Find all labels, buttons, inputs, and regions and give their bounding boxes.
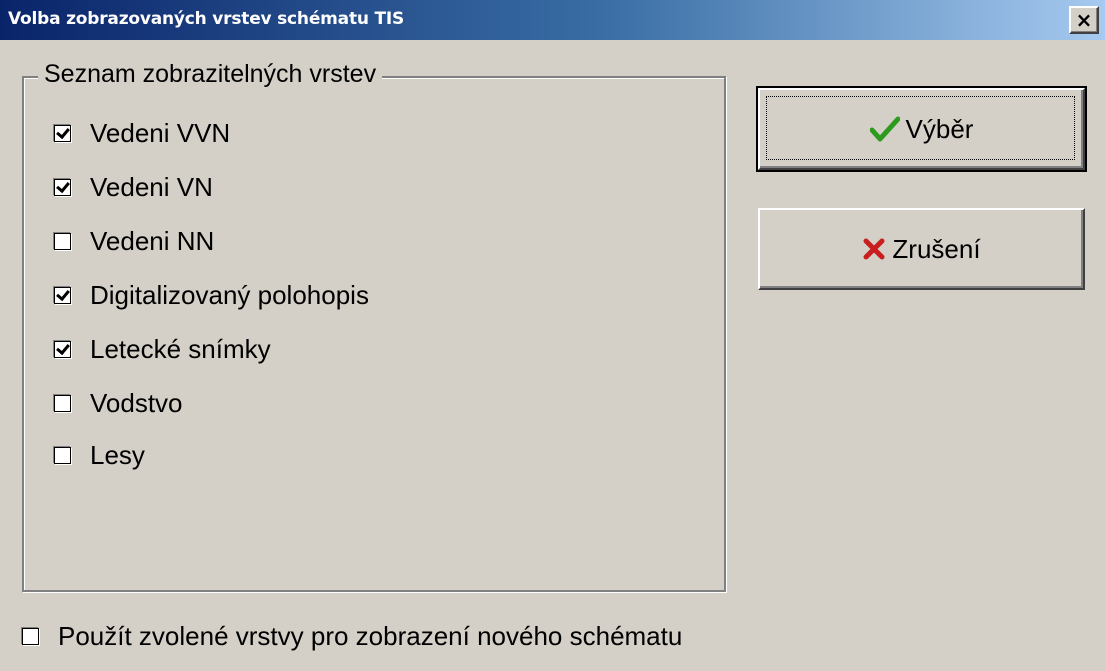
checkbox[interactable] [54, 340, 71, 358]
cancel-button[interactable]: Zrušení [758, 208, 1085, 290]
checkbox-label: Vedeni VN [90, 171, 213, 202]
checkbox[interactable] [54, 232, 71, 250]
layer-checkbox-vodstvo[interactable]: Vodstvo [54, 388, 183, 418]
groupbox-legend: Seznam zobrazitelných vrstev [38, 60, 383, 89]
select-button[interactable]: Výběr [756, 86, 1087, 172]
checkbox-label: Použít zvolené vrstvy pro zobrazení nové… [58, 620, 683, 651]
close-button[interactable]: × [1069, 6, 1099, 34]
checkbox-label: Vodstvo [90, 387, 183, 418]
checkbox-label: Vedeni NN [90, 225, 215, 256]
checkbox[interactable] [54, 394, 71, 412]
checkbox-label: Letecké snímky [90, 333, 271, 364]
layer-checkbox-nn[interactable]: Vedeni NN [54, 226, 214, 256]
cross-icon [862, 237, 886, 261]
layer-checkbox-letecke-snimky[interactable]: Letecké snímky [54, 334, 271, 364]
checkbox-label: Digitalizovaný polohopis [90, 279, 369, 310]
layer-checkbox-vvn[interactable]: Vedeni VVN [54, 118, 230, 148]
cancel-button-label: Zrušení [892, 233, 981, 264]
title-bar[interactable]: Volba zobrazovaných vrstev schématu TIS … [0, 0, 1105, 40]
layer-checkbox-lesy[interactable]: Lesy [54, 440, 145, 470]
checkbox-label: Lesy [90, 439, 145, 470]
use-for-new-schema-option[interactable]: Použít zvolené vrstvy pro zobrazení nové… [22, 620, 682, 652]
checkbox[interactable] [54, 124, 71, 142]
close-icon: × [1075, 8, 1093, 32]
window-title: Volba zobrazovaných vrstev schématu TIS [8, 9, 405, 29]
checkbox[interactable] [22, 627, 39, 645]
checkbox[interactable] [54, 178, 71, 196]
layer-checkbox-vn[interactable]: Vedeni VN [54, 172, 213, 202]
layer-checkbox-polohopis[interactable]: Digitalizovaný polohopis [54, 280, 369, 310]
checkbox[interactable] [54, 286, 71, 304]
checkbox-label: Vedeni VVN [90, 117, 231, 148]
checkbox[interactable] [54, 446, 71, 464]
focus-rectangle [766, 96, 1075, 160]
